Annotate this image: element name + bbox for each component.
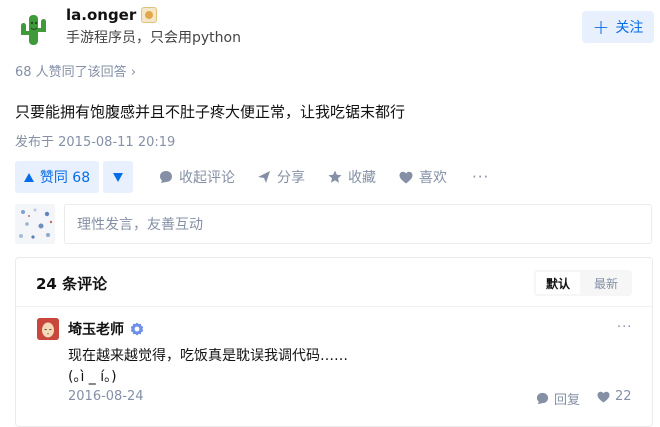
downvote-button[interactable] (103, 161, 133, 193)
reply-label: 回复 (554, 393, 581, 408)
divider (16, 306, 652, 307)
reply-bubble-icon (536, 392, 549, 405)
collapse-comments-label: 收起评论 (179, 170, 235, 186)
author-headline: 手游程序员，只会用python (66, 30, 241, 46)
answer-content: 只要能拥有饱腹感并且不肚子疼大便正常，让我吃锯末都行 (15, 103, 406, 121)
author-name-row: la.onger (66, 6, 158, 24)
star-icon (328, 170, 342, 183)
follow-button[interactable]: + 关注 (582, 11, 654, 43)
comment-input[interactable]: 理性发言，友善互动 (64, 204, 652, 244)
author-name[interactable]: la.onger (66, 6, 136, 24)
author-avatar[interactable] (13, 9, 53, 49)
comment-text: 现在越来越觉得，吃饭真是耽误我调代码…… (68, 348, 348, 364)
plus-icon: + (592, 15, 610, 39)
comment-like-button[interactable]: 22 (597, 389, 632, 404)
collect-button[interactable]: 收藏 (328, 161, 376, 193)
share-button[interactable]: 分享 (257, 161, 305, 193)
comment-author-avatar[interactable] (37, 318, 59, 340)
sort-default-tab[interactable]: 默认 (536, 272, 580, 294)
comment-like-count: 22 (615, 389, 632, 404)
chevron-right-icon: › (130, 65, 137, 80)
share-icon (258, 171, 270, 183)
current-user-avatar (15, 204, 55, 244)
collapse-comments-button[interactable]: 收起评论 (159, 161, 235, 193)
comment-count: 24 条评论 (36, 275, 108, 293)
voters-text: 68 人赞同了该回答 (15, 65, 127, 80)
verified-badge-icon (141, 7, 158, 23)
comment-input-placeholder: 理性发言，友善互动 (77, 217, 203, 233)
voters-link[interactable]: 68 人赞同了该回答 › (15, 61, 136, 80)
triangle-down-icon (113, 172, 123, 182)
share-label: 分享 (277, 170, 305, 186)
comment-reply-button[interactable]: 回复 (536, 389, 580, 408)
verified-gear-icon (130, 322, 144, 336)
comment-author-name[interactable]: 埼玉老师 (68, 319, 124, 339)
comment-text-emoticon: (｡ì _ í｡) (68, 369, 117, 385)
comment-more-button[interactable]: ··· (617, 320, 632, 335)
like-label: 喜欢 (419, 170, 447, 186)
comment-author-row: 埼玉老师 (68, 319, 144, 339)
comment-time: 2016-08-24 (68, 389, 144, 404)
like-button[interactable]: 喜欢 (399, 161, 447, 193)
comment-bubble-icon (160, 171, 172, 183)
triangle-up-icon (23, 172, 34, 182)
sort-newest-tab[interactable]: 最新 (584, 272, 628, 294)
follow-label: 关注 (615, 20, 644, 36)
upvote-button[interactable]: 赞同 68 (15, 161, 99, 193)
publish-time[interactable]: 发布于 2015-08-11 20:19 (15, 131, 175, 150)
heart-icon (399, 171, 413, 183)
heart-icon (597, 391, 610, 403)
upvote-label: 赞同 68 (39, 170, 91, 186)
more-actions-button[interactable]: ··· (472, 161, 489, 193)
collect-label: 收藏 (348, 170, 376, 186)
